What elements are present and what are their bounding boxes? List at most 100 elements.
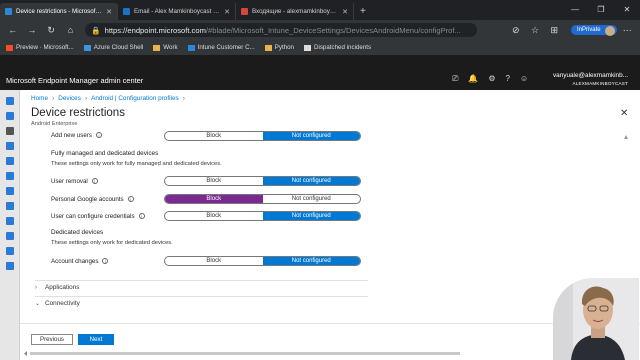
feedback-icon[interactable]: ☺ xyxy=(520,74,528,84)
minimize-icon[interactable]: — xyxy=(562,0,588,20)
chevron-right-icon: › xyxy=(84,95,88,102)
azure-icon xyxy=(83,44,91,51)
home-icon[interactable]: ⌂ xyxy=(62,25,79,35)
close-blade-icon[interactable]: ✕ xyxy=(620,108,628,119)
reports-nav-icon[interactable] xyxy=(6,202,14,210)
lock-icon: 🔒 xyxy=(91,25,101,35)
troubleshooting-icon[interactable] xyxy=(6,262,14,270)
account-info[interactable]: vanyuale@alexmamkinb... ALEXMAMKINBOYCAS… xyxy=(553,72,628,88)
address-bar[interactable]: 🔒 https://endpoint.microsoft.com /#blade… xyxy=(85,23,478,37)
dashboard-nav-icon[interactable] xyxy=(6,112,14,120)
bookmark-python[interactable]: Python xyxy=(264,44,294,51)
help-icon[interactable]: ? xyxy=(506,74,510,84)
add-new-users-toggle[interactable]: Block Not configured xyxy=(164,131,361,141)
favorites-star-icon[interactable] xyxy=(6,142,14,150)
close-tab-icon[interactable]: ✕ xyxy=(106,8,112,16)
page-subtitle: Android Enterprise xyxy=(31,121,78,127)
app-title[interactable]: Microsoft Endpoint Manager admin center xyxy=(6,76,143,85)
personal-google-accounts-toggle[interactable]: Block Not configured xyxy=(164,194,361,204)
user-removal-toggle[interactable]: Block Not configured xyxy=(164,176,361,186)
portal-header: Microsoft Endpoint Manager admin center … xyxy=(0,70,640,90)
page-icon xyxy=(303,44,311,51)
forward-icon[interactable]: → xyxy=(23,25,40,35)
bookmark-intune[interactable]: Intune Customer C... xyxy=(187,44,255,51)
browser-tab-email[interactable]: Email - Alex Mamkinboycast - O ✕ xyxy=(118,3,236,20)
new-tab-button[interactable]: + xyxy=(354,6,372,20)
breadcrumb-config-profiles[interactable]: Android | Configuration profiles xyxy=(91,95,179,102)
scroll-up-icon xyxy=(624,135,628,139)
horizontal-scrollbar[interactable] xyxy=(24,351,620,356)
block-option[interactable]: Block xyxy=(165,132,263,140)
setting-label: Account changes xyxy=(51,258,99,265)
previous-button[interactable]: Previous xyxy=(31,334,73,345)
dedicated-devices-heading: Dedicated devices xyxy=(51,229,104,236)
window-controls: — ❐ ✕ xyxy=(562,0,640,20)
configure-credentials-toggle[interactable]: Block Not configured xyxy=(164,211,361,221)
not-configured-option[interactable]: Not configured xyxy=(263,195,361,203)
endpoint-icon xyxy=(5,8,12,15)
section-label: Connectivity xyxy=(45,300,80,307)
block-option[interactable]: Block xyxy=(165,257,263,265)
favorite-star-icon[interactable]: ☆ xyxy=(526,25,543,36)
back-icon[interactable]: ← xyxy=(4,25,21,35)
apps-nav-icon[interactable] xyxy=(6,172,14,180)
bookmark-work[interactable]: Work xyxy=(153,44,178,51)
avatar xyxy=(604,26,615,36)
connectivity-section[interactable]: ⌄ Connectivity xyxy=(35,296,368,310)
breadcrumb-home[interactable]: Home xyxy=(31,95,48,102)
personal-google-accounts-label: Personal Google accounts i xyxy=(51,196,134,203)
block-option[interactable]: Block xyxy=(165,177,263,185)
not-configured-option[interactable]: Not configured xyxy=(262,177,360,185)
endpoint-security-icon[interactable] xyxy=(6,187,14,195)
close-window-icon[interactable]: ✕ xyxy=(614,0,640,20)
url-host: https://endpoint.microsoft.com xyxy=(104,25,206,35)
close-tab-icon[interactable]: ✕ xyxy=(342,8,348,16)
info-icon[interactable]: i xyxy=(127,196,134,203)
chevron-down-icon: ⌄ xyxy=(35,301,41,307)
tab-title: Device restrictions - Microsoft E xyxy=(16,8,103,15)
block-option[interactable]: Block xyxy=(165,195,263,203)
applications-section[interactable]: › Applications xyxy=(35,280,368,294)
ms-icon xyxy=(6,44,13,51)
tenant-admin-icon[interactable] xyxy=(6,247,14,255)
info-icon[interactable]: i xyxy=(138,213,145,220)
refresh-icon[interactable]: ↻ xyxy=(43,25,60,36)
browser-tab-device-restrictions[interactable]: Device restrictions - Microsoft E ✕ xyxy=(0,3,118,20)
bookmark-label: Work xyxy=(163,44,178,51)
info-icon[interactable]: i xyxy=(91,178,98,185)
devices-nav-icon[interactable] xyxy=(6,157,14,165)
user-org: ALEXMAMKINBOYCAST xyxy=(572,81,628,86)
home-nav-icon[interactable] xyxy=(6,97,14,105)
not-configured-option[interactable]: Not configured xyxy=(262,212,360,220)
reader-view-icon[interactable]: ⊘ xyxy=(507,25,524,36)
bookmark-label: Intune Customer C... xyxy=(197,44,255,51)
cloud-shell-icon[interactable]: ⎚ xyxy=(452,74,458,84)
users-nav-icon[interactable] xyxy=(6,217,14,225)
not-configured-option[interactable]: Not configured xyxy=(262,257,360,265)
intune-icon xyxy=(187,44,195,51)
settings-gear-icon[interactable]: ⚙ xyxy=(488,74,495,84)
header-icons: ⎚ 🔔 ⚙ ? ☺ xyxy=(452,74,528,84)
account-changes-toggle[interactable]: Block Not configured xyxy=(164,256,361,266)
all-services-icon[interactable] xyxy=(6,127,14,135)
restore-icon[interactable]: ❐ xyxy=(588,0,614,20)
notifications-icon[interactable]: 🔔 xyxy=(468,74,478,84)
bookmark-incidents[interactable]: Dispatched incidents xyxy=(303,44,371,51)
block-option[interactable]: Block xyxy=(165,212,263,220)
info-icon[interactable]: i xyxy=(95,132,102,139)
next-button[interactable]: Next xyxy=(78,334,114,345)
bookmark-azure[interactable]: Azure Cloud Shell xyxy=(83,44,143,51)
info-icon[interactable]: i xyxy=(102,258,109,265)
inprivate-badge[interactable]: InPrivate xyxy=(570,25,617,36)
breadcrumb-devices[interactable]: Devices xyxy=(58,95,81,102)
tab-title: Входящие - alexmamkinboycas xyxy=(252,8,339,15)
scroll-left-icon xyxy=(24,351,27,356)
close-tab-icon[interactable]: ✕ xyxy=(224,8,230,16)
bookmark-preview[interactable]: Preview · Microsoft... xyxy=(6,44,74,51)
not-configured-option[interactable]: Not configured xyxy=(262,132,360,140)
browser-tab-inbox[interactable]: Входящие - alexmamkinboycas ✕ xyxy=(236,3,354,20)
more-menu-icon[interactable]: ⋯ xyxy=(619,25,636,36)
collections-icon[interactable]: ⊞ xyxy=(546,25,563,36)
scroll-thumb xyxy=(30,352,460,355)
groups-nav-icon[interactable] xyxy=(6,232,14,240)
